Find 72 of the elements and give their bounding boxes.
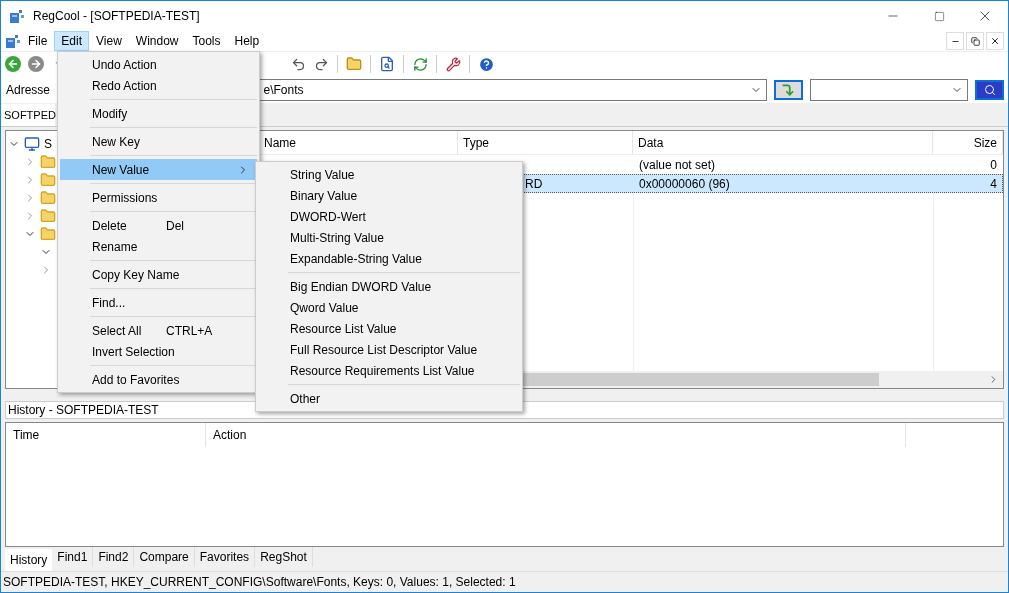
- table-cell-text: 0: [990, 156, 997, 174]
- window-title: RegCool - [SOFTPEDIA-TEST]: [33, 8, 200, 25]
- table-cell-text: 4: [990, 175, 997, 193]
- menu-item[interactable]: Resource List Value: [258, 318, 520, 339]
- menu-item[interactable]: DWORD-Wert: [258, 206, 520, 227]
- refresh-icon[interactable]: [412, 56, 428, 72]
- menu-item[interactable]: Permissions: [60, 187, 257, 208]
- column-header[interactable]: Type: [458, 131, 633, 154]
- column-header[interactable]: Action: [206, 423, 906, 447]
- menu-item[interactable]: Qword Value: [258, 297, 520, 318]
- computer-icon: [24, 136, 40, 152]
- search-icon[interactable]: [379, 56, 395, 72]
- folder-icon: [40, 190, 56, 206]
- column-header[interactable]: Size: [933, 131, 1003, 154]
- maximize-icon[interactable]: [933, 10, 945, 22]
- folder-icon: [40, 208, 56, 224]
- arrow-icon: [781, 82, 796, 97]
- status-text: SOFTPEDIA-TEST, HKEY_CURRENT_CONFIG\Software\Fonts, Keys: 0, Values: 1, Selected: 1: [3, 574, 516, 591]
- menu-item[interactable]: Find...: [60, 292, 257, 313]
- table-cell-text: RD: [525, 175, 543, 193]
- mdi-restore-button[interactable]: [966, 32, 984, 50]
- close-icon: [990, 36, 1000, 46]
- menu-bar-item[interactable]: Help: [227, 31, 267, 51]
- menu-item[interactable]: Invert Selection: [60, 341, 257, 362]
- table-cell-text: (value not set): [639, 156, 716, 174]
- table-cell-text: 0x00000060 (96): [639, 175, 730, 193]
- menu-item[interactable]: Other: [258, 388, 520, 409]
- tree-item-label[interactable]: S: [44, 135, 52, 153]
- menu-item[interactable]: Add to Favorites: [60, 369, 257, 390]
- menu-bar-item[interactable]: View: [89, 31, 129, 51]
- folder-icon: [40, 172, 56, 188]
- folder-icon: [40, 154, 56, 170]
- wrench-icon[interactable]: [445, 56, 461, 72]
- menu-bar-item[interactable]: Edit: [54, 31, 90, 51]
- menu-item[interactable]: Modify: [60, 103, 257, 124]
- redo-icon[interactable]: [313, 56, 329, 72]
- menu-item[interactable]: Expandable-String Value: [258, 248, 520, 269]
- forward-icon[interactable]: [28, 56, 44, 72]
- menu-item[interactable]: New Key: [60, 131, 257, 152]
- mdi-close-button[interactable]: [986, 32, 1004, 50]
- menu-bar-item[interactable]: Tools: [185, 31, 228, 51]
- folder-icon: [40, 226, 56, 242]
- menu-item[interactable]: Resource Requirements List Value: [258, 360, 520, 381]
- search-icon: [983, 83, 996, 96]
- menu-item[interactable]: Full Resource List Descriptor Value: [258, 339, 520, 360]
- menu-bar-item[interactable]: Window: [128, 31, 186, 51]
- back-icon[interactable]: [5, 56, 21, 72]
- address-label: Adresse: [6, 81, 52, 99]
- document-icon: [5, 33, 21, 49]
- history-title: History - SOFTPEDIA-TEST: [8, 402, 159, 419]
- app-icon: [9, 8, 25, 24]
- search-button[interactable]: [975, 79, 1004, 100]
- menu-item[interactable]: Copy Key Name: [60, 264, 257, 285]
- restore-icon: [970, 36, 980, 46]
- menu-item[interactable]: Redo Action: [60, 75, 257, 96]
- column-header[interactable]: Data: [633, 131, 933, 154]
- menu-item[interactable]: Undo Action: [60, 54, 257, 75]
- document-tab[interactable]: SOFTPED: [1, 104, 55, 126]
- new-folder-icon[interactable]: [346, 56, 362, 72]
- column-header[interactable]: Time: [6, 423, 206, 447]
- go-button[interactable]: [773, 79, 803, 100]
- menu-item[interactable]: Rename: [60, 236, 257, 257]
- menu-item[interactable]: New Value: [60, 159, 257, 180]
- menu-item[interactable]: Multi-String Value: [258, 227, 520, 248]
- menu-item[interactable]: Delete Del: [60, 215, 257, 236]
- menu-item[interactable]: Big Endian DWORD Value: [258, 276, 520, 297]
- search-field[interactable]: [809, 78, 969, 101]
- menu-bar-item[interactable]: File: [21, 31, 55, 51]
- undo-icon[interactable]: [290, 56, 306, 72]
- panel-tab[interactable]: History: [5, 549, 53, 571]
- help-icon[interactable]: [477, 55, 495, 73]
- menu-item[interactable]: Select All CTRL+A: [60, 320, 257, 341]
